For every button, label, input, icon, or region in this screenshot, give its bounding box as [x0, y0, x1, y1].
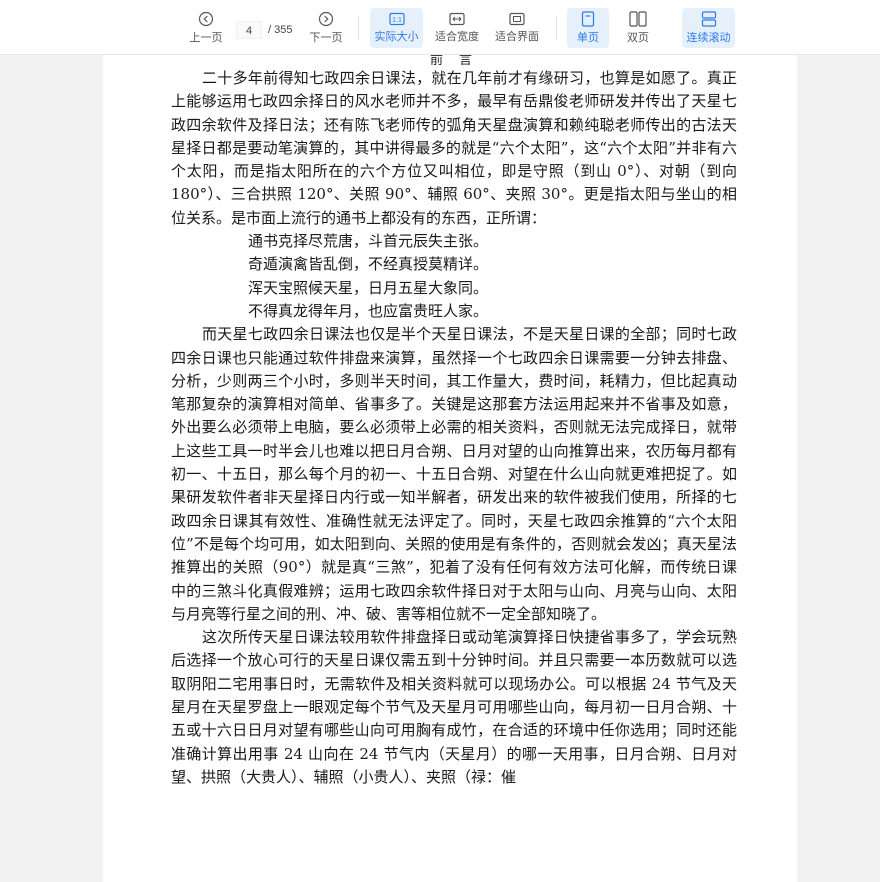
prev-page-button[interactable]: 上一页: [186, 8, 226, 48]
viewer-toolbar: 上一页 4 / 355 下一页 1:1 实际大小 适合宽度 适合界面 单页 双页…: [0, 0, 880, 55]
verse-line: 奇遁演禽皆乱倒，不经真授莫精详。: [248, 255, 489, 274]
svg-text:1:1: 1:1: [392, 17, 402, 24]
fit-width-button[interactable]: 适合宽度: [432, 8, 482, 48]
document-page: 前言 二十多年前得知七政四余日课法，就在几年前才有缘研习，也算是如愿了。真正上能…: [103, 55, 797, 882]
fit-width-label: 适合宽度: [435, 31, 479, 43]
page-body: 二十多年前得知七政四余日课法，就在几年前才有缘研习，也算是如愿了。真正上能够运用…: [171, 67, 737, 789]
double-page-button[interactable]: 双页: [618, 8, 658, 48]
page-number-input[interactable]: 4: [236, 21, 262, 39]
prev-page-label: 上一页: [189, 32, 223, 44]
actual-size-label: 实际大小: [374, 31, 419, 43]
fit-page-icon: [509, 12, 525, 26]
chevron-right-icon: [318, 11, 334, 27]
single-page-icon: [581, 11, 595, 27]
paragraph: 而天星七政四余日课法也仅是半个天星日课法，不是天星日课的全部；同时七政四余日课也…: [171, 325, 737, 623]
toolbar-divider: [358, 16, 359, 40]
toolbar-divider: [556, 16, 557, 40]
next-page-label: 下一页: [309, 32, 343, 44]
fit-page-label: 适合界面: [495, 31, 539, 43]
verse-line: 通书克择尽荒唐，斗首元辰失主张。: [248, 232, 489, 251]
chevron-left-icon: [198, 11, 214, 27]
verse-line: 浑天宝照候天星，日月五星大象同。: [248, 278, 489, 297]
actual-size-icon: 1:1: [388, 12, 405, 26]
verse-line: 不得真龙得年月，也应富贵旺人家。: [248, 301, 489, 320]
double-page-icon: [629, 11, 647, 27]
next-page-button[interactable]: 下一页: [306, 8, 346, 48]
single-page-button[interactable]: 单页: [567, 8, 609, 48]
page-total: / 355: [268, 24, 293, 36]
page-navigator: 4 / 355: [236, 20, 292, 40]
double-page-label: 双页: [627, 32, 649, 44]
continuous-scroll-label: 连续滚动: [686, 32, 731, 44]
actual-size-button[interactable]: 1:1 实际大小: [370, 8, 423, 48]
fit-width-icon: [449, 12, 465, 26]
single-page-label: 单页: [577, 32, 599, 44]
paragraph: 这次所传天星日课法较用软件排盘择日或动笔演算择日快捷省事多了，学会玩熟后选择一个…: [171, 628, 737, 786]
continuous-scroll-button[interactable]: 连续滚动: [682, 8, 735, 48]
continuous-scroll-icon: [701, 11, 716, 27]
fit-page-button[interactable]: 适合界面: [492, 8, 542, 48]
paragraph: 二十多年前得知七政四余日课法，就在几年前才有缘研习，也算是如愿了。真正上能够运用…: [171, 69, 737, 227]
